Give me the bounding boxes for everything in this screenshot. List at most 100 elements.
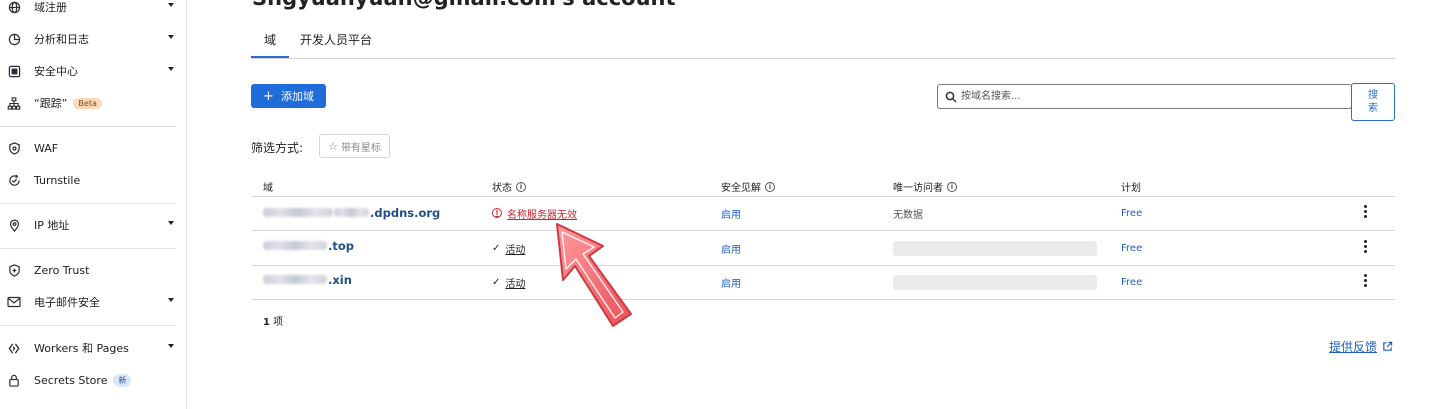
location-pin-icon	[6, 217, 22, 233]
table-bottom-divider	[251, 299, 1395, 300]
tab-domains[interactable]: 域	[264, 31, 276, 48]
chevron-down-icon	[168, 221, 174, 225]
lock-icon	[6, 372, 22, 388]
status-invalid-nameservers[interactable]: ! 名称服务器无效	[492, 206, 577, 221]
row-actions-menu-icon[interactable]	[1364, 274, 1368, 290]
plan-link[interactable]: Free	[1121, 208, 1142, 219]
search-icon	[945, 91, 957, 103]
pie-chart-icon	[6, 31, 22, 47]
domain-link[interactable]: .top	[263, 239, 354, 253]
domain-suffix: .dpdns.org	[370, 206, 441, 220]
search-field[interactable]	[937, 84, 1352, 109]
column-header-label: 计划	[1121, 183, 1141, 194]
feedback-link[interactable]: 提供反馈	[1329, 338, 1393, 355]
plus-icon: +	[263, 88, 274, 104]
sidebar-item-label: 电子邮件安全	[34, 296, 100, 309]
add-domain-button[interactable]: + 添加域	[251, 84, 326, 108]
sidebar-item-turnstile[interactable]: Turnstile	[0, 166, 186, 194]
status-active[interactable]: ✓ 活动	[492, 275, 525, 290]
plan-link[interactable]: Free	[1121, 277, 1142, 288]
table-row: .dpdns.org ! 名称服务器无效 启用 无数据 Free	[251, 196, 1395, 230]
visitors-cell	[893, 231, 1097, 265]
sidebar-item-label: 分析和日志	[34, 33, 89, 46]
envelope-icon	[6, 294, 22, 310]
security-center-icon	[6, 63, 22, 79]
domain-link[interactable]: .xin	[263, 273, 352, 287]
info-icon[interactable]: i	[765, 181, 775, 192]
beta-badge: Beta	[73, 98, 102, 109]
domain-suffix: .xin	[328, 273, 352, 287]
result-count: 1 项	[263, 313, 283, 328]
enable-insights-link[interactable]: 启用	[721, 241, 741, 256]
plan-cell: Free	[1121, 265, 1142, 299]
check-icon: ✓	[492, 276, 501, 288]
sidebar-item-ip-addresses[interactable]: IP 地址	[0, 211, 186, 239]
zero-trust-icon	[6, 262, 22, 278]
starred-filter-button[interactable]: ☆ 带有星标	[319, 134, 390, 158]
chevron-down-icon	[168, 344, 174, 348]
info-icon[interactable]: i	[516, 181, 526, 192]
result-count-unit: 项	[273, 317, 284, 328]
table-row: .xin ✓ 活动 启用 Free	[251, 265, 1395, 299]
visitors-loading-placeholder	[893, 274, 1097, 290]
domain-cell[interactable]: .dpdns.org	[263, 196, 440, 230]
tab-developer-platform[interactable]: 开发人员平台	[300, 31, 372, 48]
redacted-text	[263, 241, 327, 250]
sidebar-item-label: “跟踪”	[34, 97, 68, 110]
status-label: 活动	[505, 278, 526, 290]
sidebar-item-workers-pages[interactable]: Workers 和 Pages	[0, 334, 186, 362]
enable-insights-link[interactable]: 启用	[721, 275, 741, 290]
info-icon[interactable]: i	[947, 181, 957, 192]
column-header-label: 安全见解	[721, 183, 761, 194]
sidebar-item-waf[interactable]: WAF	[0, 134, 186, 162]
row-actions-menu-icon[interactable]	[1364, 240, 1368, 256]
sidebar-item-secrets-store[interactable]: Secrets Store 新	[0, 366, 186, 394]
error-icon: !	[492, 208, 502, 218]
sidebar-item-zero-trust[interactable]: Zero Trust	[0, 256, 186, 284]
sidebar-item-email-security[interactable]: 电子邮件安全	[0, 288, 186, 316]
domain-suffix: .top	[328, 239, 354, 253]
domain-cell[interactable]: .top	[263, 229, 354, 263]
column-header-unique-visitors: 唯一访问者 i	[893, 179, 957, 194]
globe-icon	[6, 0, 22, 15]
result-count-number: 1	[263, 317, 270, 328]
annotation-arrow-icon	[556, 223, 632, 327]
sidebar-item-label: IP 地址	[34, 219, 70, 232]
sidebar-item-domain-registration[interactable]: 域注册	[0, 0, 186, 21]
status-label: 活动	[505, 244, 526, 256]
sidebar-item-security-center[interactable]: 安全中心	[0, 57, 186, 85]
chevron-down-icon	[168, 35, 174, 39]
chevron-down-icon	[168, 67, 174, 71]
enable-insights-link[interactable]: 启用	[721, 206, 741, 221]
feedback-label: 提供反馈	[1329, 340, 1378, 354]
search-button-label: 搜索	[1368, 90, 1378, 114]
sidebar-item-analytics-logs[interactable]: 分析和日志	[0, 25, 186, 53]
column-header-domain: 域	[263, 179, 273, 194]
status-active[interactable]: ✓ 活动	[492, 241, 525, 256]
visitors-cell	[893, 265, 1097, 299]
sidebar-item-label: 安全中心	[34, 65, 78, 78]
workers-icon	[6, 340, 22, 356]
plan-cell: Free	[1121, 196, 1142, 230]
plan-link[interactable]: Free	[1121, 243, 1142, 254]
starred-filter-label: 带有星标	[340, 142, 381, 154]
search-input[interactable]	[961, 88, 1341, 105]
status-cell: ✓ 活动	[492, 265, 525, 299]
redacted-text	[334, 208, 369, 217]
search-button[interactable]: 搜索	[1351, 83, 1395, 121]
visitors-loading-placeholder	[893, 240, 1097, 256]
page-title: Shgyuanyuan@gmail.com's account	[252, 0, 676, 10]
domain-cell[interactable]: .xin	[263, 263, 352, 297]
insights-cell: 启用	[721, 265, 741, 299]
visitors-value: 无数据	[893, 209, 923, 221]
row-actions-menu-icon[interactable]	[1364, 205, 1368, 221]
sidebar-divider	[0, 248, 176, 249]
sidebar-item-label: Workers 和 Pages	[34, 342, 129, 355]
domain-link[interactable]: .dpdns.org	[263, 206, 440, 220]
status-cell: ✓ 活动	[492, 231, 525, 265]
column-header-label: 状态	[492, 183, 512, 194]
sidebar: 域注册 分析和日志 安全中心 “跟踪” Beta WAF Turnstile IP…	[0, 0, 187, 409]
column-header-status: 状态 i	[492, 179, 526, 194]
chevron-down-icon	[168, 298, 174, 302]
sidebar-item-trace[interactable]: “跟踪” Beta	[0, 89, 186, 117]
